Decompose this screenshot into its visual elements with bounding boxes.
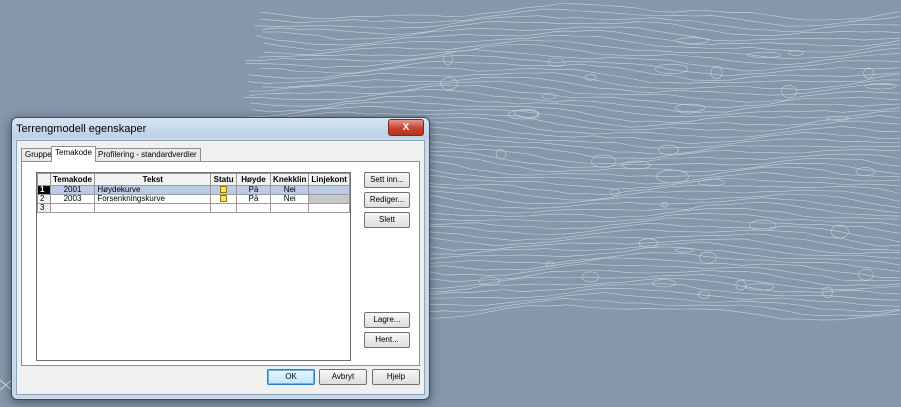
contour-line	[264, 39, 901, 60]
column-header-temakode[interactable]: Temakode	[49, 173, 96, 186]
contour-line	[245, 49, 901, 72]
column-header-tekst[interactable]: Tekst	[94, 173, 212, 186]
grid-corner-header[interactable]	[37, 173, 51, 186]
contour-line	[261, 76, 901, 96]
tab-temakode[interactable]: Temakode	[51, 146, 96, 162]
table-row[interactable]: 3	[37, 203, 350, 213]
contour-ring	[478, 276, 501, 286]
cell-tekst[interactable]	[94, 203, 212, 213]
column-header-knekklin[interactable]: Knekklin	[270, 173, 310, 186]
cell-temakode[interactable]	[49, 203, 96, 213]
contour-ring	[698, 251, 717, 264]
edit-button[interactable]: Rediger...	[364, 192, 410, 208]
contour-ring	[609, 189, 620, 196]
row-number[interactable]: 3	[37, 203, 51, 213]
cancel-button[interactable]: Avbryt	[319, 369, 367, 385]
cell-linjekont[interactable]	[308, 194, 350, 204]
dialog-titlebar[interactable]: Terrengmodell egenskaper X	[12, 118, 429, 138]
cell-hoyde[interactable]: På	[235, 185, 272, 195]
close-button[interactable]: X	[388, 119, 424, 136]
contour-ring	[855, 167, 875, 176]
contour-line	[262, 26, 901, 42]
cell-temakode[interactable]: 2001	[49, 185, 96, 195]
contour-line	[259, 61, 901, 81]
cell-tekst[interactable]: Forsenkningskurve	[94, 194, 212, 204]
contour-ring	[675, 37, 709, 44]
status-indicator-icon[interactable]	[220, 186, 228, 194]
contour-ring	[781, 85, 797, 98]
cell-status[interactable]	[210, 194, 237, 204]
cell-linjekont[interactable]	[308, 185, 350, 195]
grid-header-row: Temakode Tekst Statu Høyde Knekklin Linj…	[37, 173, 350, 186]
status-indicator-icon[interactable]	[220, 195, 228, 203]
contour-ring	[658, 144, 680, 155]
cell-tekst[interactable]: Høydekurve	[94, 185, 212, 195]
cell-knekklin[interactable]: Nei	[270, 185, 310, 195]
cell-knekklin[interactable]: Nei	[270, 194, 310, 204]
column-header-status[interactable]: Statu	[210, 173, 237, 186]
cell-status[interactable]	[210, 185, 237, 195]
contour-ring	[443, 52, 453, 66]
contour-ring	[660, 202, 669, 208]
contour-line	[243, 89, 901, 114]
contour-ring	[749, 219, 777, 231]
table-row[interactable]: 1 2001 Høydekurve På Nei	[37, 185, 350, 195]
dialog-client-area: Gruppe Temakode Profilering - standardve…	[16, 140, 425, 395]
column-header-hoyde[interactable]: Høyde	[235, 173, 272, 186]
cell-knekklin[interactable]	[270, 203, 310, 213]
dialog-title: Terrengmodell egenskaper	[16, 123, 147, 135]
cell-linjekont[interactable]	[308, 203, 350, 213]
contour-ring	[591, 154, 617, 168]
contour-ring	[788, 50, 804, 56]
contour-ring	[710, 66, 723, 80]
delete-button[interactable]: Slett	[364, 212, 410, 228]
tab-profilering[interactable]: Profilering - standardverdier	[94, 148, 201, 161]
terrain-model-properties-dialog: Terrengmodell egenskaper X Gruppe Temako…	[11, 117, 430, 400]
contour-ring	[654, 63, 689, 75]
contour-ring	[674, 248, 695, 253]
contour-line	[247, 67, 901, 84]
cell-hoyde[interactable]: På	[235, 194, 272, 204]
contour-line	[261, 21, 901, 37]
ok-button[interactable]: OK	[267, 369, 315, 385]
contour-ring	[863, 67, 874, 79]
table-row[interactable]: 2 2003 Forsenkningskurve På Nei	[37, 194, 350, 204]
cell-temakode[interactable]: 2003	[49, 194, 96, 204]
row-number[interactable]: 2	[37, 194, 51, 204]
tab-page-temakode: Temakode Tekst Statu Høyde Knekklin Linj…	[21, 161, 420, 366]
cell-status[interactable]	[210, 203, 237, 213]
temakode-grid[interactable]: Temakode Tekst Statu Høyde Knekklin Linj…	[36, 172, 351, 361]
row-number[interactable]: 1	[37, 185, 51, 195]
column-header-linjekont[interactable]: Linjekont	[308, 173, 350, 186]
cell-hoyde[interactable]	[235, 203, 272, 213]
save-button[interactable]: Lagre...	[364, 312, 410, 328]
contour-ring	[652, 279, 676, 288]
insert-button[interactable]: Sett inn...	[364, 172, 410, 188]
help-button[interactable]: Hjelp	[372, 369, 420, 385]
load-button[interactable]: Hent...	[364, 332, 410, 348]
contour-ring	[541, 92, 557, 100]
